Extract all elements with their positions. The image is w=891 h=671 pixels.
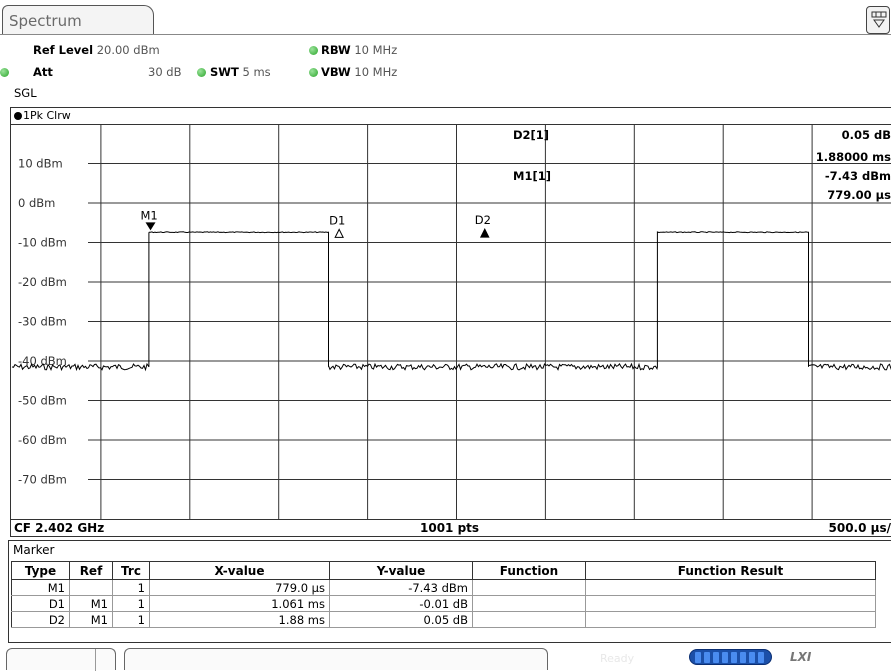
cell-function-result bbox=[586, 596, 876, 612]
status-bar: Ready LXI bbox=[0, 645, 891, 670]
col-ref: Ref bbox=[70, 562, 113, 580]
sweep-progress-bar bbox=[689, 649, 772, 665]
readout-m1-y: -7.43 dBm bbox=[825, 169, 891, 183]
table-row[interactable]: D2 M1 1 1.88 ms 0.05 dB bbox=[12, 612, 876, 628]
marker-table-panel: Marker Type Ref Trc X-value Y-value Func… bbox=[8, 540, 891, 643]
y-tick-label: -30 dBm bbox=[18, 315, 67, 329]
sweep-points: 1001 pts bbox=[420, 521, 479, 535]
table-row[interactable]: D1 M1 1 1.061 ms -0.01 dB bbox=[12, 596, 876, 612]
cell-type: M1 bbox=[12, 580, 70, 596]
col-function: Function bbox=[473, 562, 586, 580]
col-function-result: Function Result bbox=[586, 562, 876, 580]
readout-d2-x: 1.88000 ms bbox=[816, 150, 891, 164]
cell-ref bbox=[70, 580, 113, 596]
col-y-value: Y-value bbox=[330, 562, 473, 580]
cell-y-value: -7.43 dBm bbox=[330, 580, 473, 596]
cell-ref: M1 bbox=[70, 612, 113, 628]
diagram-footer: CF 2.402 GHz 1001 pts 500.0 µs/ bbox=[10, 519, 891, 536]
y-tick-label: -40 dBm bbox=[18, 354, 67, 368]
cell-trc: 1 bbox=[113, 612, 150, 628]
table-row[interactable]: M1 1 779.0 µs -7.43 dBm bbox=[12, 580, 876, 596]
cell-x-value: 779.0 µs bbox=[150, 580, 330, 596]
cell-type: D1 bbox=[12, 596, 70, 612]
cell-function bbox=[473, 596, 586, 612]
cell-type: D2 bbox=[12, 612, 70, 628]
readout-m1-label: M1[1] bbox=[513, 169, 551, 183]
cell-x-value: 1.88 ms bbox=[150, 612, 330, 628]
readout-m1-x: 779.00 µs bbox=[827, 188, 891, 202]
cell-x-value: 1.061 ms bbox=[150, 596, 330, 612]
lxi-icon: LXI bbox=[790, 650, 811, 664]
spectrum-plot[interactable]: 10 dBm 0 dBm -10 dBm -20 dBm -30 dBm -40 dBm -… bbox=[0, 0, 891, 540]
y-tick-label: 10 dBm bbox=[18, 157, 63, 171]
cell-function-result bbox=[586, 580, 876, 596]
marker-d2 bbox=[481, 229, 489, 237]
status-message-area[interactable] bbox=[6, 648, 116, 670]
y-tick-label: -70 dBm bbox=[18, 473, 67, 487]
marker-table-header: Type Ref Trc X-value Y-value Function Fu… bbox=[12, 562, 876, 580]
cell-trc: 1 bbox=[113, 596, 150, 612]
y-tick-label: -10 dBm bbox=[18, 236, 67, 250]
status-divider bbox=[95, 649, 96, 671]
y-tick-label: -20 dBm bbox=[18, 275, 67, 289]
status-info-area[interactable] bbox=[124, 648, 548, 670]
cell-trc: 1 bbox=[113, 580, 150, 596]
y-tick-label: -60 dBm bbox=[18, 433, 67, 447]
status-ready: Ready bbox=[600, 652, 634, 665]
marker-d1 bbox=[335, 229, 343, 237]
col-x-value: X-value bbox=[150, 562, 330, 580]
cell-function bbox=[473, 612, 586, 628]
trace-line bbox=[12, 232, 891, 370]
readout-d2-label: D2[1] bbox=[513, 128, 549, 142]
marker-label-d2: D2 bbox=[475, 213, 491, 227]
cell-ref: M1 bbox=[70, 596, 113, 612]
marker-m1 bbox=[146, 222, 156, 230]
cell-function bbox=[473, 580, 586, 596]
cell-y-value: -0.01 dB bbox=[330, 596, 473, 612]
marker-label-m1: M1 bbox=[141, 208, 158, 222]
cell-function-result bbox=[586, 612, 876, 628]
readout-d2-y: 0.05 dB bbox=[842, 128, 891, 142]
time-per-division: 500.0 µs/ bbox=[829, 521, 891, 535]
col-type: Type bbox=[12, 562, 70, 580]
y-tick-label: -50 dBm bbox=[18, 394, 67, 408]
marker-label-d1: D1 bbox=[329, 213, 345, 227]
marker-table: Type Ref Trc X-value Y-value Function Fu… bbox=[11, 561, 876, 628]
marker-table-title: Marker bbox=[13, 543, 54, 557]
center-frequency: CF 2.402 GHz bbox=[14, 521, 104, 535]
col-trc: Trc bbox=[113, 562, 150, 580]
y-tick-label: 0 dBm bbox=[18, 196, 55, 210]
cell-y-value: 0.05 dB bbox=[330, 612, 473, 628]
